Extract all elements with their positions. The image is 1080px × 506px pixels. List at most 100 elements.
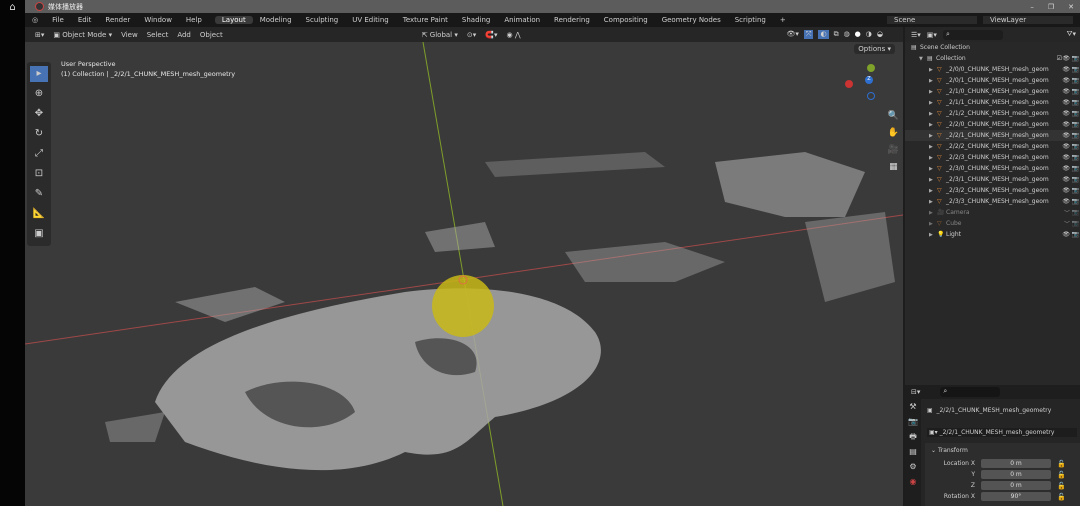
render-camera-icon[interactable]: 📷 bbox=[1072, 154, 1079, 161]
add-menu[interactable]: Add bbox=[177, 31, 191, 39]
menu-window[interactable]: Window bbox=[137, 16, 179, 24]
outliner-item[interactable]: ▶ ▽ _2/3/0_CHUNK_MESH_mesh_geom 👁 📷 bbox=[905, 163, 1080, 174]
editor-type-icon[interactable]: ⊞▾ bbox=[35, 31, 44, 39]
expand-icon[interactable]: ▶ bbox=[929, 133, 937, 139]
outliner-item-cube[interactable]: ▶ ▽ Cube ﹀ 📷 bbox=[905, 218, 1080, 229]
visibility-icon[interactable]: 👁▾ bbox=[786, 30, 798, 39]
outliner-item[interactable]: ▶ ▽ _2/0/1_CHUNK_MESH_mesh_geom 👁 📷 bbox=[905, 75, 1080, 86]
view-menu[interactable]: View bbox=[121, 31, 138, 39]
3d-viewport[interactable]: ▸ ⊕ ✥ ↻ ⤢ ⊡ ✎ 📐 ▣ User Perspective (1) C… bbox=[25, 42, 903, 506]
filter-icon[interactable]: ⛛▾ bbox=[1067, 30, 1080, 39]
move-tool-icon[interactable]: ✥ bbox=[30, 106, 48, 122]
scale-tool-icon[interactable]: ⤢ bbox=[30, 146, 48, 162]
tab-texture-paint[interactable]: Texture Paint bbox=[396, 16, 455, 24]
tab-rendering[interactable]: Rendering bbox=[547, 16, 597, 24]
zoom-icon[interactable]: 🔍 bbox=[888, 108, 899, 125]
field-value[interactable]: 90° bbox=[981, 492, 1051, 501]
editor-type-icon[interactable]: ⊟▾ bbox=[911, 388, 920, 396]
transform-panel-header[interactable]: ⌄ Transform bbox=[925, 443, 1080, 458]
render-camera-icon[interactable]: 📷 bbox=[1072, 110, 1079, 117]
maximize-button[interactable]: ❐ bbox=[1048, 3, 1054, 11]
navigation-gizmo[interactable]: Z bbox=[843, 62, 893, 107]
render-camera-icon[interactable]: 📷 bbox=[1072, 231, 1079, 238]
render-camera-icon[interactable]: 📷 bbox=[1072, 220, 1079, 227]
camera-view-icon[interactable]: 🎥 bbox=[888, 142, 899, 159]
outliner-item[interactable]: ▶ ▽ _2/3/1_CHUNK_MESH_mesh_geom 👁 📷 bbox=[905, 174, 1080, 185]
outliner-item-light[interactable]: ▶ 💡 Light 👁 📷 bbox=[905, 229, 1080, 240]
eye-icon[interactable]: 👁 bbox=[1062, 121, 1070, 128]
pivot-icon[interactable]: ⊙▾ bbox=[467, 31, 476, 39]
scene-selector[interactable]: Scene bbox=[887, 16, 977, 24]
menu-file[interactable]: File bbox=[45, 16, 71, 24]
expand-icon[interactable]: ▶ bbox=[929, 155, 937, 161]
select-tool-icon[interactable]: ▸ bbox=[30, 66, 48, 82]
eye-icon[interactable]: 👁 bbox=[1062, 165, 1070, 172]
eye-icon[interactable]: 👁 bbox=[1062, 187, 1070, 194]
display-mode-icon[interactable]: ☰▾ bbox=[911, 31, 921, 39]
tab-uv-editing[interactable]: UV Editing bbox=[345, 16, 396, 24]
pan-hand-icon[interactable]: ✋ bbox=[888, 125, 899, 142]
render-camera-icon[interactable]: 📷 bbox=[1072, 66, 1079, 73]
render-camera-icon[interactable]: 📷 bbox=[1072, 143, 1079, 150]
eye-icon[interactable]: 👁 bbox=[1062, 77, 1070, 84]
tab-geometry-nodes[interactable]: Geometry Nodes bbox=[655, 16, 728, 24]
transform-tool-icon[interactable]: ⊡ bbox=[30, 166, 48, 182]
object-menu[interactable]: Object bbox=[200, 31, 223, 39]
eye-icon[interactable]: 👁 bbox=[1062, 99, 1070, 106]
expand-icon[interactable]: ▶ bbox=[929, 232, 937, 238]
collection-row[interactable]: ▼ ▤ Collection ☑ 👁 📷 bbox=[905, 53, 1080, 64]
eye-icon[interactable]: 👁 bbox=[1062, 176, 1070, 183]
minimize-button[interactable]: – bbox=[1030, 3, 1034, 11]
render-camera-icon[interactable]: 📷 bbox=[1072, 209, 1079, 216]
eye-icon[interactable]: 👁 bbox=[1062, 154, 1070, 161]
render-camera-icon[interactable]: 📷 bbox=[1072, 187, 1079, 194]
outliner-item[interactable]: ▶ ▽ _2/1/2_CHUNK_MESH_mesh_geom 👁 📷 bbox=[905, 108, 1080, 119]
expand-icon[interactable]: ▶ bbox=[929, 177, 937, 183]
eye-icon[interactable]: 👁 bbox=[1062, 231, 1070, 238]
scene-collection[interactable]: ▤ Scene Collection bbox=[905, 42, 1080, 53]
lock-icon[interactable]: 🔓 bbox=[1057, 460, 1066, 468]
outliner-item[interactable]: ▶ ▽ _2/3/3_CHUNK_MESH_mesh_geom 👁 📷 bbox=[905, 196, 1080, 207]
outliner-item[interactable]: ▶ ▽ _2/1/0_CHUNK_MESH_mesh_geom 👁 📷 bbox=[905, 86, 1080, 97]
lock-icon[interactable]: 🔓 bbox=[1057, 471, 1066, 479]
outliner-item[interactable]: ▶ ▽ _2/3/2_CHUNK_MESH_mesh_geom 👁 📷 bbox=[905, 185, 1080, 196]
outliner-item-camera[interactable]: ▶ 🎥 Camera ﹀ 📷 bbox=[905, 207, 1080, 218]
outliner-search[interactable]: ⌕ bbox=[942, 29, 1003, 40]
world-tab-icon[interactable]: ◉ bbox=[905, 474, 921, 489]
expand-icon[interactable]: ▶ bbox=[929, 78, 937, 84]
viewlayer-selector[interactable]: ViewLayer bbox=[983, 16, 1073, 24]
expand-icon[interactable]: ▶ bbox=[929, 188, 937, 194]
field-value[interactable]: 0 m bbox=[981, 459, 1051, 468]
expand-icon[interactable]: ▶ bbox=[929, 144, 937, 150]
shading-material[interactable]: ◑ bbox=[866, 30, 872, 39]
expand-icon[interactable]: ▶ bbox=[929, 221, 937, 227]
expand-icon[interactable]: ▶ bbox=[929, 210, 937, 216]
eye-icon[interactable]: 👁 bbox=[1062, 88, 1070, 95]
tab-compositing[interactable]: Compositing bbox=[597, 16, 655, 24]
tab-scripting[interactable]: Scripting bbox=[728, 16, 773, 24]
outliner-item[interactable]: ▶ ▽ _2/2/2_CHUNK_MESH_mesh_geom 👁 📷 bbox=[905, 141, 1080, 152]
field-value[interactable]: 0 m bbox=[981, 470, 1051, 479]
render-camera-icon[interactable]: 📷 bbox=[1072, 176, 1079, 183]
render-camera-icon[interactable]: 📷 bbox=[1072, 198, 1079, 205]
render-camera-icon[interactable]: 📷 bbox=[1072, 165, 1079, 172]
options-button[interactable]: Options ▾ bbox=[854, 44, 895, 54]
view-layer-tab-icon[interactable]: ▤ bbox=[905, 444, 921, 459]
lock-icon[interactable]: 🔓 bbox=[1057, 493, 1066, 501]
tab-shading[interactable]: Shading bbox=[455, 16, 497, 24]
render-camera-icon[interactable]: 📷 bbox=[1072, 99, 1079, 106]
grid-view-icon[interactable]: ▦ bbox=[888, 159, 899, 176]
render-camera-icon[interactable]: 📷 bbox=[1072, 132, 1079, 139]
rotate-tool-icon[interactable]: ↻ bbox=[30, 126, 48, 142]
expand-icon[interactable]: ▶ bbox=[929, 89, 937, 95]
outliner-item[interactable]: ▶ ▽ _2/2/0_CHUNK_MESH_mesh_geom 👁 📷 bbox=[905, 119, 1080, 130]
measure-tool-icon[interactable]: 📐 bbox=[30, 206, 48, 222]
expand-icon[interactable]: ▶ bbox=[929, 67, 937, 73]
object-data-field[interactable]: ▣▾ _2/2/1_CHUNK_MESH_mesh_geometry bbox=[927, 428, 1077, 437]
add-cube-tool-icon[interactable]: ▣ bbox=[30, 226, 48, 242]
eye-icon[interactable]: 👁 bbox=[1062, 198, 1070, 205]
shading-wireframe[interactable]: ◍ bbox=[844, 30, 850, 39]
proportional-icon[interactable]: ◉ ⋀ bbox=[507, 31, 521, 39]
render-camera-icon[interactable]: 📷 bbox=[1072, 77, 1079, 84]
expand-icon[interactable]: ▶ bbox=[929, 199, 937, 205]
